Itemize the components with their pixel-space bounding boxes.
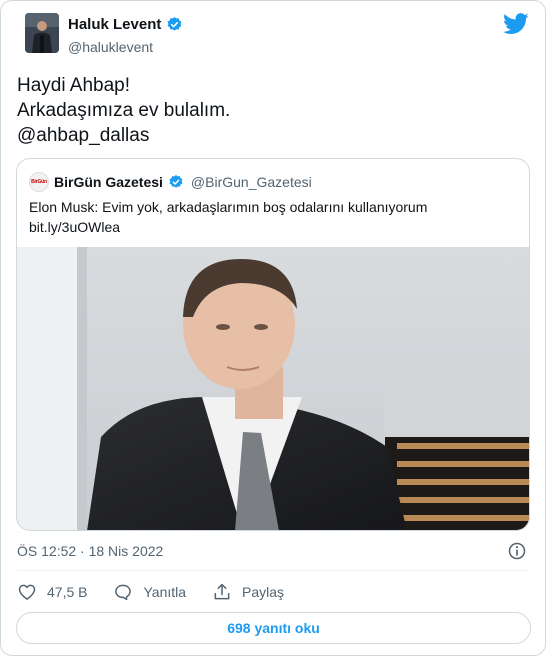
- like-count: 47,5 B: [47, 584, 88, 600]
- author-name[interactable]: Haluk Levent: [68, 16, 161, 33]
- quoted-headline: Elon Musk: Evim yok, arkadaşlarımın boş …: [29, 199, 428, 215]
- twitter-bird-icon[interactable]: [503, 13, 529, 35]
- author-name-row[interactable]: Haluk Levent: [68, 16, 183, 33]
- share-icon: [214, 583, 230, 600]
- quoted-avatar: BirGün: [29, 172, 49, 192]
- share-label: Paylaş: [242, 584, 285, 600]
- tweet-timestamp[interactable]: ÖS 12:52 · 18 Nis 2022: [17, 543, 163, 559]
- tweet-mention-link[interactable]: @ahbap_dallas: [17, 123, 230, 148]
- reply-button[interactable]: Yanıtla: [113, 582, 186, 602]
- action-bar: 47,5 B Yanıtla Paylaş: [17, 582, 310, 602]
- reply-icon: [115, 584, 132, 601]
- tweet-line-1: Haydi Ahbap!: [17, 75, 131, 96]
- verified-badge-icon: [168, 17, 182, 31]
- reply-label: Yanıtla: [143, 584, 187, 600]
- divider: [17, 570, 529, 571]
- quoted-tweet[interactable]: BirGün BirGün Gazetesi @BirGun_Gazetesi …: [16, 158, 530, 531]
- info-icon[interactable]: [507, 541, 527, 561]
- quoted-text: Elon Musk: Evim yok, arkadaşlarımın boş …: [29, 197, 427, 237]
- share-button[interactable]: Paylaş: [212, 582, 284, 602]
- tweet-card: Haluk Levent @haluklevent Haydi Ahbap! A…: [0, 0, 546, 656]
- quoted-photo[interactable]: [17, 247, 529, 531]
- avatar[interactable]: [25, 13, 59, 53]
- quoted-author-row: BirGün BirGün Gazetesi @BirGun_Gazetesi: [29, 172, 312, 192]
- tweet-line-2: Arkadaşımıza ev bulalım.: [17, 100, 231, 121]
- tweet-text: Haydi Ahbap! Arkadaşımıza ev bulalım. @a…: [17, 73, 230, 148]
- verified-badge-icon: [169, 175, 183, 188]
- quoted-author-handle: @BirGun_Gazetesi: [190, 174, 312, 190]
- quoted-link[interactable]: bit.ly/3uOWlea: [29, 217, 427, 237]
- quoted-author-name: BirGün Gazetesi: [54, 174, 163, 190]
- heart-icon: [18, 584, 36, 600]
- read-replies-button[interactable]: 698 yanıtı oku: [16, 612, 531, 644]
- author-handle[interactable]: @haluklevent: [68, 39, 153, 55]
- birgun-logo: BirGün: [31, 179, 47, 185]
- like-button[interactable]: 47,5 B: [17, 582, 87, 602]
